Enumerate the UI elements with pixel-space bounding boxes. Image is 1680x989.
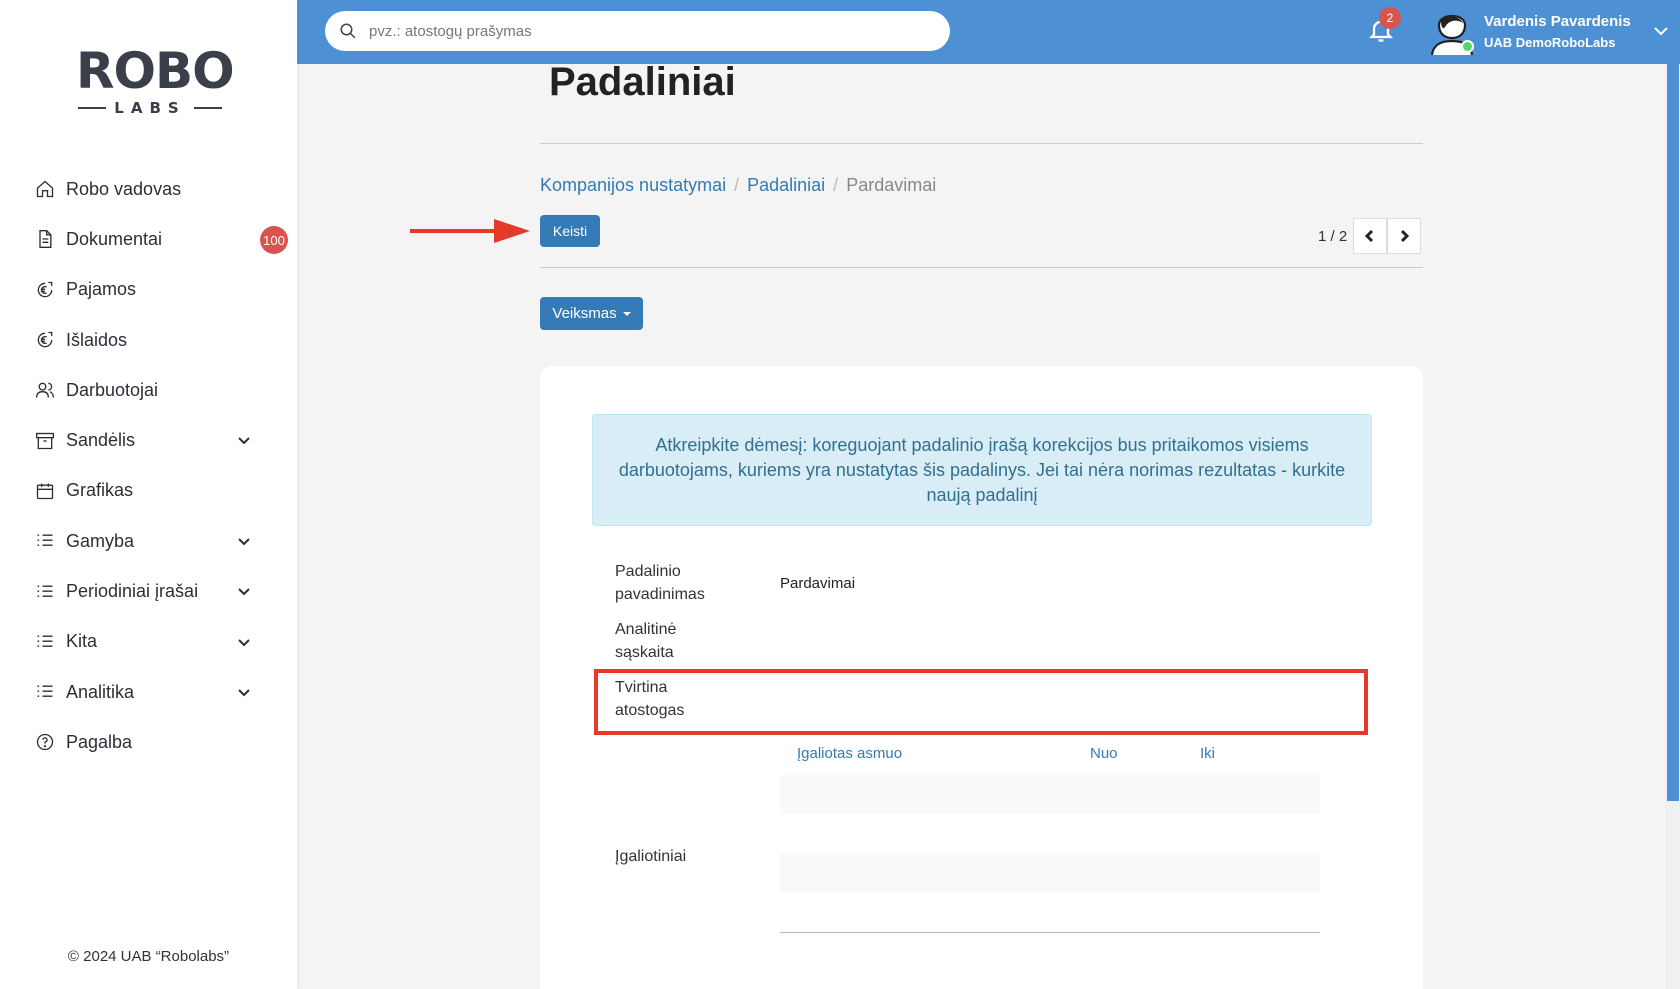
edit-button[interactable]: Keisti (540, 215, 600, 247)
archive-icon (34, 430, 56, 452)
highlight-box-annotation (594, 669, 1368, 735)
sidebar-item-label: Išlaidos (66, 329, 128, 350)
department-name-value[interactable]: Pardavimai (780, 575, 855, 592)
documents-count-badge: 100 (260, 226, 288, 255)
chevron-down-icon[interactable] (1652, 22, 1670, 40)
sidebar-item-label: Gamyba (66, 530, 135, 551)
chevron-down-icon[interactable] (236, 583, 252, 599)
analytic-account-label: Analitinė sąskaita (615, 621, 677, 661)
table-row[interactable] (780, 775, 1320, 814)
document-icon (34, 228, 56, 250)
euro-circle-icon (34, 329, 56, 351)
breadcrumb-departments[interactable]: Padaliniai (747, 175, 825, 196)
chevron-down-icon[interactable] (236, 432, 252, 448)
sidebar-item-label: Pajamos (66, 279, 137, 300)
sidebar-item-gamyba[interactable]: Gamyba (0, 516, 297, 566)
search-input[interactable] (369, 22, 929, 40)
scrollbar-thumb[interactable] (1667, 64, 1679, 801)
sidebar-item-label: Kita (66, 631, 98, 652)
breadcrumb-separator: / (734, 175, 740, 195)
online-status-dot (1461, 40, 1474, 53)
sidebar-item-label: Analitika (66, 681, 135, 702)
sidebar-item-pagalba[interactable]: Pagalba (0, 717, 297, 767)
breadcrumb-separator: / (833, 175, 839, 195)
table-bottom-divider (780, 932, 1320, 933)
user-company: UAB DemoRoboLabs (1484, 35, 1616, 50)
user-name[interactable]: Vardenis Pavardenis (1484, 13, 1631, 30)
list-icon (34, 681, 56, 703)
sidebar-item-label: Pagalba (66, 731, 133, 752)
table-row[interactable] (780, 853, 1320, 892)
users-icon (34, 379, 56, 401)
sidebar-item-robo-vadovas[interactable]: Robo vadovas (0, 164, 297, 214)
help-circle-icon (34, 731, 56, 753)
red-arrow-annotation-icon (410, 219, 530, 243)
logo-sub: LABS (78, 98, 222, 118)
record-pager: 1 / 2 (1318, 218, 1422, 254)
euro-circle-icon (34, 279, 56, 301)
sidebar-item-label: Periodiniai įrašai (66, 581, 199, 602)
sidebar-item-label: Dokumentai (66, 228, 163, 249)
chevron-down-icon[interactable] (236, 634, 252, 650)
search-bar[interactable] (325, 11, 950, 51)
copyright: © 2024 UAB “Robolabs” (67, 948, 230, 965)
sidebar-item-label: Grafikas (66, 480, 134, 501)
sidebar: ROBO LABS Robo vadovas Dokumentai 100 Pa… (0, 0, 297, 989)
notifications-count-badge: 2 (1379, 7, 1401, 29)
chevron-down-icon[interactable] (236, 533, 252, 549)
calendar-icon (34, 480, 56, 502)
action-dropdown-button[interactable]: Veiksmas (540, 297, 643, 330)
sidebar-item-sandelis[interactable]: Sandėlis (0, 415, 297, 465)
breadcrumb-company-settings[interactable]: Kompanijos nustatymai (540, 175, 726, 196)
caret-down-icon (622, 311, 631, 316)
divider (540, 143, 1423, 144)
sidebar-item-kita[interactable]: Kita (0, 617, 297, 667)
breadcrumb-current: Pardavimai (846, 175, 937, 195)
logo-sub-text: LABS (114, 99, 186, 117)
sidebar-item-periodiniai-irasai[interactable]: Periodiniai įrašai (0, 566, 297, 616)
warning-alert: Atkreipkite dėmesį: koreguojant padalini… (592, 414, 1372, 526)
previous-record-button[interactable] (1353, 218, 1388, 254)
column-header-from[interactable]: Nuo (1090, 745, 1118, 762)
divider (540, 267, 1423, 268)
page-title: Padaliniai (549, 60, 736, 104)
chevron-right-icon (1401, 229, 1410, 243)
robolabs-logo[interactable]: ROBO LABS (70, 42, 235, 122)
sidebar-item-dokumentai[interactable]: Dokumentai 100 (0, 214, 297, 264)
sidebar-item-grafikas[interactable]: Grafikas (0, 466, 297, 516)
department-name-label: Padalinio pavadinimas (615, 563, 705, 603)
sidebar-item-label: Robo vadovas (66, 178, 182, 199)
action-button-label: Veiksmas (552, 305, 617, 322)
pager-counter: 1 / 2 (1318, 227, 1348, 245)
sidebar-item-darbuotojai[interactable]: Darbuotojai (0, 365, 297, 415)
next-record-button[interactable] (1387, 218, 1422, 254)
chevron-down-icon[interactable] (236, 684, 252, 700)
sidebar-item-pajamos[interactable]: Pajamos (0, 265, 297, 315)
sidebar-item-label: Darbuotojai (66, 379, 159, 400)
breadcrumb: Kompanijos nustatymai / Padaliniai / Par… (540, 175, 936, 196)
sidebar-item-islaidos[interactable]: Išlaidos (0, 315, 297, 365)
column-header-authorized-person[interactable]: Įgaliotas asmuo (797, 745, 902, 762)
sidebar-item-label: Sandėlis (66, 430, 136, 451)
list-icon (34, 631, 56, 653)
logo-main-text: ROBO (76, 42, 235, 100)
list-icon (34, 581, 56, 603)
sidebar-nav: Robo vadovas Dokumentai 100 Pajamos Išla… (0, 164, 297, 768)
sidebar-item-analitika[interactable]: Analitika (0, 667, 297, 717)
column-header-to[interactable]: Iki (1200, 745, 1215, 762)
search-icon (340, 23, 356, 39)
home-icon (34, 178, 56, 200)
authorizations-label: Įgaliotiniai (615, 848, 687, 865)
list-icon (34, 530, 56, 552)
top-header: 2 Vardenis Pavardenis UAB DemoRoboLabs (297, 0, 1680, 64)
analytic-account-value[interactable] (780, 630, 1220, 650)
chevron-left-icon (1365, 229, 1374, 243)
